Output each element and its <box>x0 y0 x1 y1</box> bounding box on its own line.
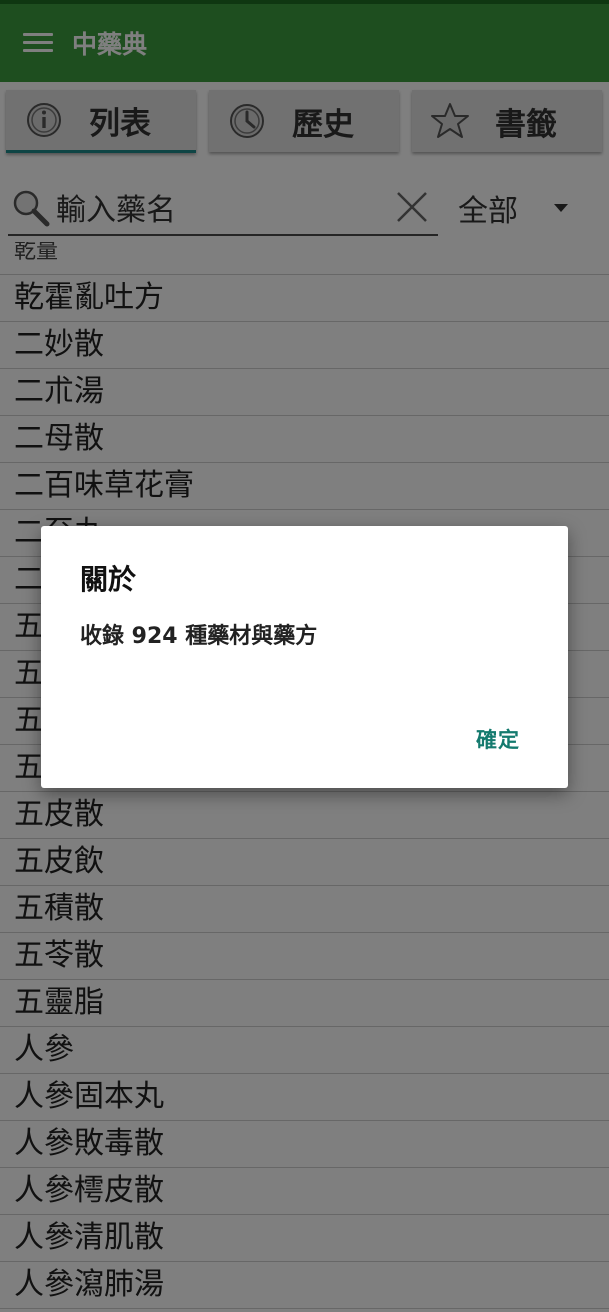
dialog-message: 收錄 924 種藥材與藥方 <box>80 624 318 649</box>
dialog-title: 關於 <box>80 563 137 596</box>
about-dialog: 關於 收錄 924 種藥材與藥方 確定 <box>41 526 568 788</box>
ok-button[interactable]: 確定 <box>476 724 520 754</box>
